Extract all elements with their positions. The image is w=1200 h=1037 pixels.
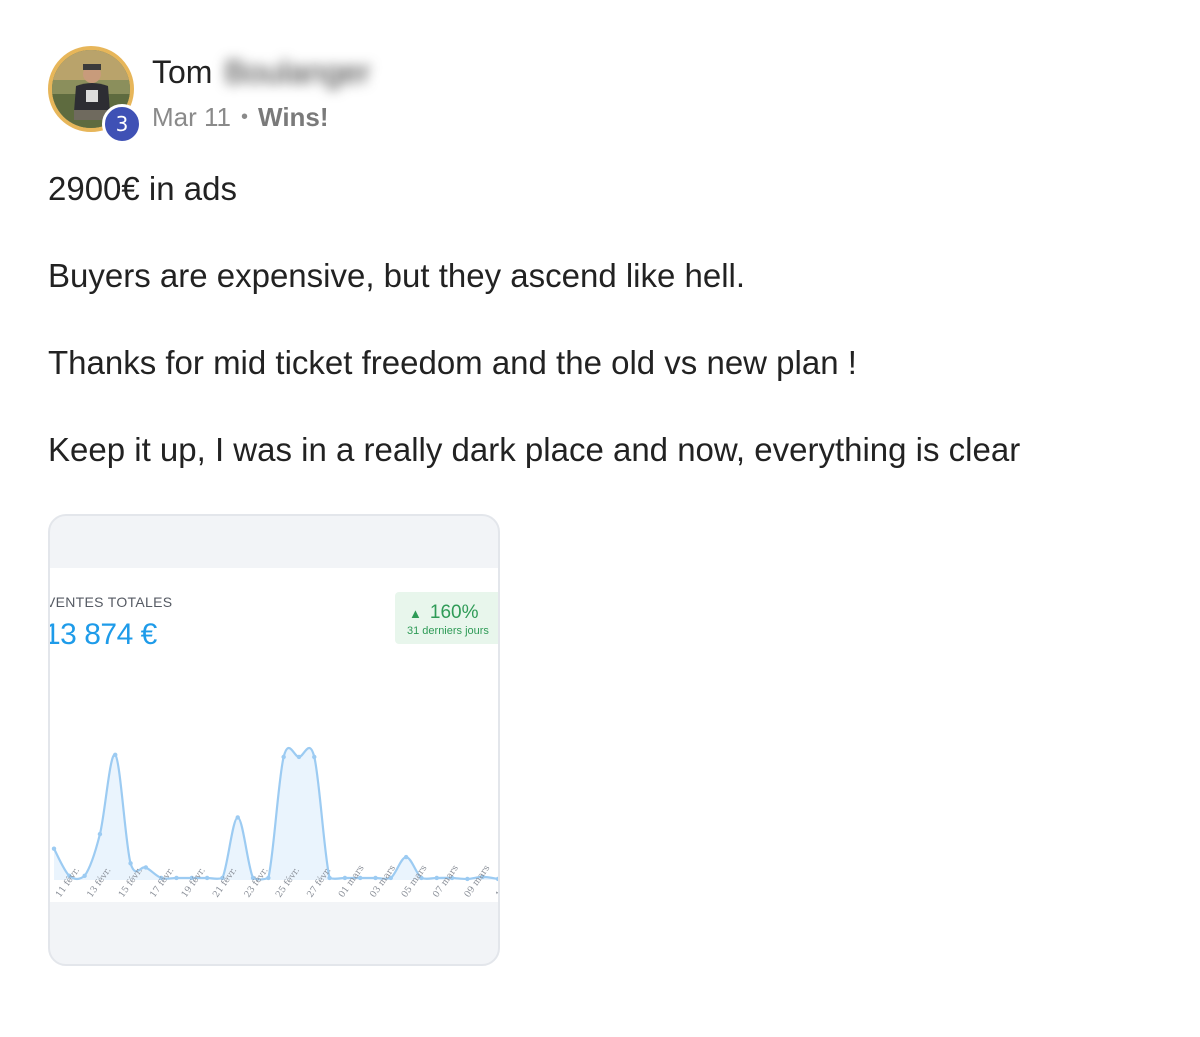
sales-total-value: 13 874 € bbox=[48, 618, 157, 651]
sales-line-chart: 11 févr. 13 févr. 15 févr. 17 févr. 19 févr.… bbox=[51, 746, 500, 900]
post-paragraph: 2900€ in ads bbox=[48, 170, 237, 207]
chart-point bbox=[403, 854, 409, 860]
post-date[interactable]: Mar 11 bbox=[152, 102, 231, 133]
chart-point bbox=[465, 876, 470, 882]
author-avatar[interactable]: 3 bbox=[48, 46, 142, 144]
post-body: 2900€ in ads Buyers are expensive, but t… bbox=[48, 172, 1148, 520]
post-header: 3 Tom Boulanger Mar 11 • Wins! bbox=[48, 44, 1158, 144]
growth-period: 31 derniers jours bbox=[407, 625, 489, 637]
growth-badge: ▲ 160% 31 derniers jours bbox=[395, 592, 498, 644]
author-name[interactable]: Tom bbox=[152, 54, 212, 91]
post-category[interactable]: Wins! bbox=[258, 102, 329, 133]
growth-percent: 160% bbox=[429, 602, 479, 623]
image-attachment[interactable]: VENTES TOTALES 13 874 € ▲ 160% 31 dernie… bbox=[48, 514, 500, 966]
chart-point bbox=[204, 875, 210, 881]
chart-point bbox=[128, 861, 133, 866]
chart-point bbox=[281, 754, 286, 760]
x-tick-label: 01 mars bbox=[337, 863, 367, 899]
chart-point bbox=[235, 815, 240, 820]
post-paragraph: Keep it up, I was in a really dark place… bbox=[48, 431, 1021, 468]
chart-point bbox=[174, 875, 179, 881]
x-tick-label: 11 bbox=[494, 885, 500, 900]
meta-separator: • bbox=[241, 106, 249, 128]
x-tick-label: 19 févr. bbox=[179, 865, 208, 899]
chart-point bbox=[97, 831, 103, 837]
triangle-up-icon: ▲ bbox=[409, 605, 422, 621]
author-row: Tom Boulanger bbox=[152, 52, 370, 92]
sales-card-label: VENTES TOTALES bbox=[48, 594, 173, 610]
x-tick-label: 07 mars bbox=[431, 863, 461, 899]
chart-point bbox=[434, 875, 439, 881]
chart-point bbox=[495, 876, 498, 882]
post-meta: Mar 11 • Wins! bbox=[152, 102, 329, 133]
chart-point bbox=[113, 752, 118, 758]
x-tick-label: 03 mars bbox=[369, 863, 399, 899]
post: 3 Tom Boulanger Mar 11 • Wins! 2900€ in … bbox=[48, 44, 1158, 966]
chart-point bbox=[296, 754, 302, 760]
chart-point bbox=[373, 875, 378, 881]
chart-point bbox=[51, 846, 57, 851]
growth-main: ▲ 160% bbox=[409, 602, 478, 624]
post-paragraph: Buyers are expensive, but they ascend li… bbox=[48, 257, 746, 294]
level-badge: 3 bbox=[102, 104, 142, 144]
chart-point bbox=[312, 754, 317, 760]
post-paragraph: Thanks for mid ticket freedom and the ol… bbox=[48, 344, 857, 381]
author-surname-blurred: Boulanger bbox=[224, 53, 371, 90]
sales-card: VENTES TOTALES 13 874 € ▲ 160% 31 dernie… bbox=[48, 568, 500, 902]
chart-point bbox=[82, 873, 87, 879]
chart-point bbox=[143, 865, 149, 870]
x-tick-label: 09 mars bbox=[463, 863, 493, 899]
